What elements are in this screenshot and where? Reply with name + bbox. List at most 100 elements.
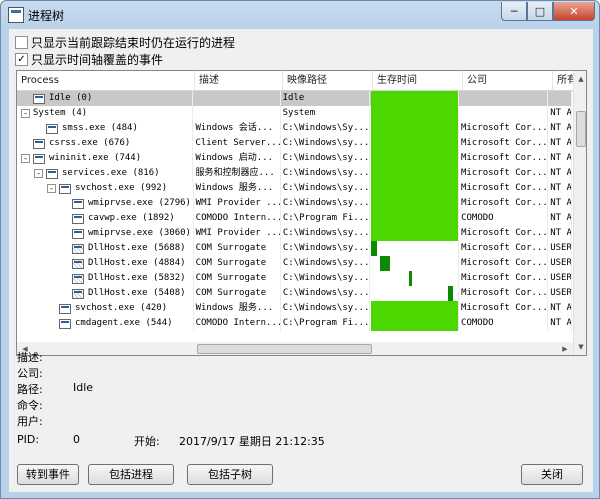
description-cell: Windows 服务... [194,181,281,196]
process-row[interactable]: cmdagent.exe (544) COMODO Intern... C:\Pro… [17,316,572,331]
process-row[interactable]: wmiprvse.exe (2796) WMI Provider ... C:\Wi… [17,196,573,211]
company-cell: Microsoft Cor... [459,196,549,211]
image-path-cell: C:\Windows\sy... [281,241,370,256]
minimize-icon: ─ [510,4,518,18]
process-name: DllHost.exe (5408) [88,288,186,298]
process-name: DllHost.exe (4884) [88,258,186,268]
image-path-cell: C:\Windows\sy... [281,151,370,166]
scroll-right-icon[interactable]: ▶ [557,342,573,355]
description-cell: COM Surrogate [194,286,281,301]
process-cell: cavwp.exe (1892) [17,211,194,226]
process-row[interactable]: DllHost.exe (5688) COM Surrogate C:\Window… [17,241,573,256]
horizontal-scrollbar[interactable]: ◀ ▶ [17,342,573,355]
process-icon [72,273,84,284]
process-icon [33,93,45,104]
scroll-down-icon[interactable]: ▼ [574,339,586,355]
process-name: wmiprvse.exe (3060) [88,228,191,238]
goto-event-button[interactable]: 转到事件 [17,464,79,485]
horizontal-scroll-thumb[interactable] [197,344,372,354]
image-path-cell: C:\Program Fi... [281,211,370,226]
vertical-scrollbar[interactable]: ▲ ▼ [573,71,586,355]
owner-cell: NT A [548,226,573,241]
process-name: smss.exe (484) [62,123,138,133]
lifetime-cell [370,91,459,106]
vertical-scroll-thumb[interactable] [576,111,586,147]
process-icon [59,303,71,314]
detail-cmd-label: 命令: [17,399,43,412]
lifetime-bar [370,106,458,121]
process-row[interactable]: csrss.exe (676) Client Server... C:\Window… [17,136,573,151]
process-icon [59,183,71,194]
process-tree-list[interactable]: Process 描述 映像路径 生存时间 公司 所有 Idle (0) Idle - Syste… [16,70,587,356]
column-process-header[interactable]: Process [17,71,195,91]
process-name: DllHost.exe (5688) [88,243,186,253]
lifetime-cell [370,256,460,271]
process-row[interactable]: svchost.exe (420) Windows 服务... C:\Windows… [17,301,572,316]
lifetime-cell [370,181,460,196]
collapse-toggle-icon[interactable]: - [21,109,30,118]
process-row[interactable]: Idle (0) Idle [17,91,573,106]
description-cell: WMI Provider ... [194,196,281,211]
process-cell: smss.exe (484) [17,121,194,136]
company-cell: Microsoft Cor... [459,181,549,196]
detail-pid-value: 0 [73,433,80,446]
process-cell: DllHost.exe (5688) [17,241,194,256]
process-row[interactable]: - svchost.exe (992) Windows 服务... C:\Window… [17,181,572,196]
image-path-cell: C:\Windows\Sy... [281,121,370,136]
lifetime-cell [370,196,460,211]
process-row[interactable]: - System (4) System NT A [17,106,573,121]
owner-cell: NT A [548,136,573,151]
column-description-header[interactable]: 描述 [195,71,283,91]
lifetime-cell [370,151,459,166]
detail-desc-label: 描述: [17,351,43,364]
process-row[interactable]: smss.exe (484) Windows 会话... C:\Windows\Sy… [17,121,572,136]
minimize-button[interactable]: ─ [501,2,527,21]
maximize-button[interactable]: □ [527,2,553,21]
process-name: System (4) [33,108,88,118]
image-path-cell: C:\Program Fi... [281,316,370,331]
image-path-cell: System [281,106,370,121]
owner-cell: NT A [548,121,572,136]
process-row[interactable]: - wininit.exe (744) Windows 启动... C:\Window… [17,151,573,166]
title-bar[interactable]: 进程树 ─ □ ✕ [1,1,599,29]
process-row[interactable]: - services.exe (816) 服务和控制器应... C:\Windows\… [17,166,572,181]
description-cell: WMI Provider ... [194,226,281,241]
owner-cell: NT A [548,316,572,331]
process-row[interactable]: DllHost.exe (5408) COM Surrogate C:\Window… [17,286,573,301]
process-row[interactable]: DllHost.exe (5832) COM Surrogate C:\Window… [17,271,573,286]
collapse-toggle-icon[interactable]: - [21,154,30,163]
process-cell: wmiprvse.exe (3060) [17,226,194,241]
checkbox-running-only[interactable] [15,36,28,49]
include-process-button[interactable]: 包括进程 [88,464,174,485]
description-cell: COM Surrogate [194,241,281,256]
column-lifetime-header[interactable]: 生存时间 [373,71,463,91]
collapse-toggle-icon[interactable]: - [47,184,56,193]
lifetime-bar [370,241,378,256]
option-timeline-only[interactable]: ✓ 只显示时间轴覆盖的事件 [15,51,163,68]
owner-cell: NT A [548,301,572,316]
close-button[interactable]: 关闭 [521,464,583,485]
column-company-header[interactable]: 公司 [463,71,553,91]
include-subtree-button[interactable]: 包括子树 [187,464,273,485]
column-image-path-header[interactable]: 映像路径 [283,71,373,91]
process-row[interactable]: wmiprvse.exe (3060) WMI Provider ... C:\Wi… [17,226,573,241]
process-icon [46,123,58,134]
image-path-cell: C:\Windows\sy... [281,136,370,151]
process-row[interactable]: cavwp.exe (1892) COMODO Intern... C:\Progr… [17,211,573,226]
process-cell: DllHost.exe (5832) [17,271,194,286]
process-cell: Idle (0) [17,91,194,106]
option-running-only[interactable]: 只显示当前跟踪结束时仍在运行的进程 [15,34,235,51]
owner-cell: NT A [548,151,573,166]
process-cell: DllHost.exe (5408) [17,286,194,301]
process-icon [33,138,45,149]
lifetime-bar [370,301,459,316]
detail-path-label: 路径: [17,383,43,396]
option-running-only-label: 只显示当前跟踪结束时仍在运行的进程 [31,36,236,50]
checkbox-timeline-only[interactable]: ✓ [15,53,28,66]
image-path-cell: C:\Windows\sy... [281,196,370,211]
scroll-up-icon[interactable]: ▲ [574,71,586,87]
collapse-toggle-icon[interactable]: - [34,169,43,178]
process-cell: wmiprvse.exe (2796) [17,196,194,211]
close-window-button[interactable]: ✕ [553,2,595,21]
process-row[interactable]: DllHost.exe (4884) COM Surrogate C:\Window… [17,256,573,271]
